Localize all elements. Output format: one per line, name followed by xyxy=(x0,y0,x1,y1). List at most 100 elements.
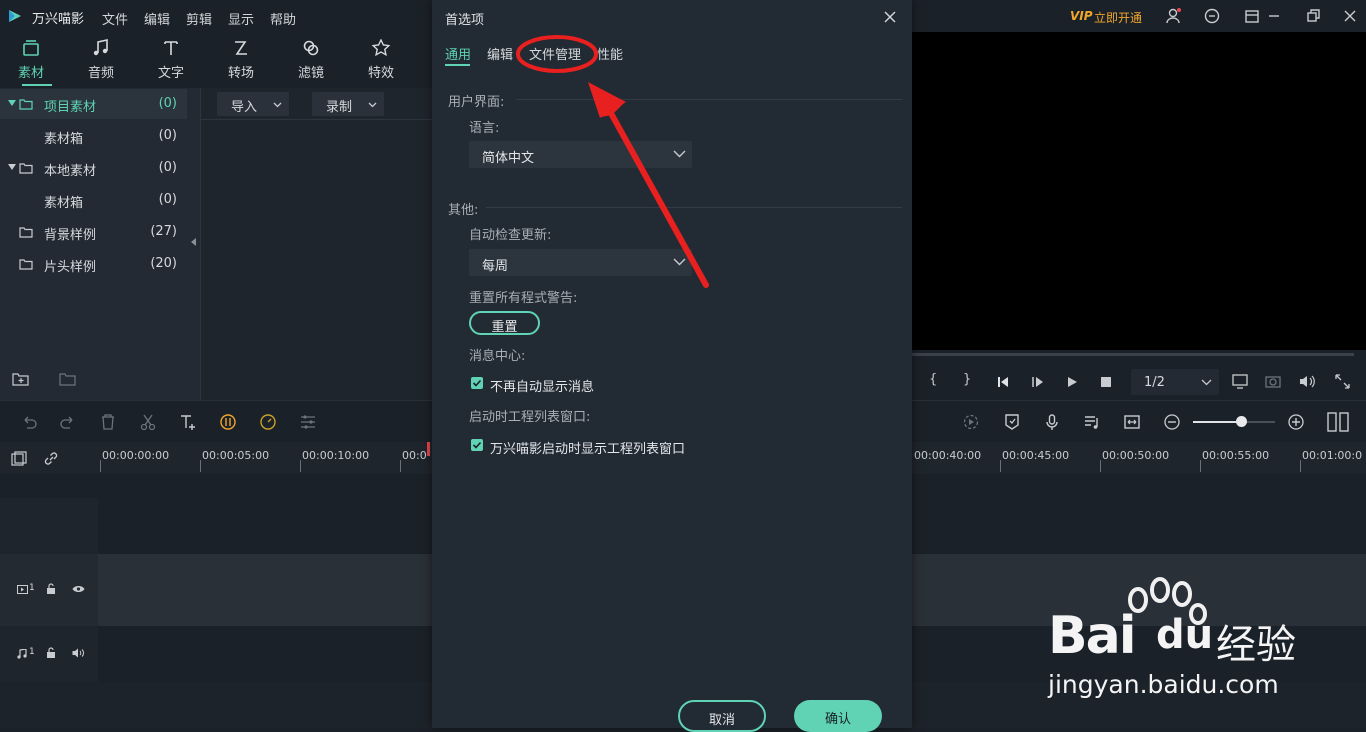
tab-edit[interactable]: 编辑 xyxy=(487,44,513,63)
tab-text[interactable]: 文字 xyxy=(146,32,196,88)
confirm-button[interactable]: 确认 xyxy=(794,700,882,732)
adjust-sliders-icon[interactable] xyxy=(299,413,317,431)
vip-badge[interactable]: VIP xyxy=(1070,9,1093,23)
render-preview-icon[interactable] xyxy=(962,413,980,431)
ruler-tick xyxy=(200,460,201,472)
tree-item-local-media[interactable]: 本地素材 (0) xyxy=(0,153,187,183)
user-icon[interactable] xyxy=(1164,7,1182,25)
import-dropdown[interactable]: 导入 xyxy=(217,92,289,116)
ruler-label: 00:00:05:00 xyxy=(202,449,270,462)
stop-icon[interactable] xyxy=(1100,376,1112,388)
menu-clip[interactable]: 剪辑 xyxy=(186,9,212,28)
tab-effects[interactable]: 特效 xyxy=(356,32,406,88)
startup-checkbox-label: 万兴喵影启动时显示工程列表窗口 xyxy=(490,442,686,457)
tree-item-count: (0) xyxy=(158,160,177,175)
zoom-slider-handle[interactable] xyxy=(1236,416,1247,427)
auto-update-select[interactable]: 每周 xyxy=(469,249,692,276)
tree-item-bin[interactable]: 素材箱 (0) xyxy=(0,185,187,215)
resolution-value: 1/2 xyxy=(1144,375,1165,390)
split-view-icon[interactable] xyxy=(1327,412,1349,432)
tab-audio-label: 音频 xyxy=(87,66,114,81)
restore-icon[interactable] xyxy=(1304,7,1322,25)
music-note-icon xyxy=(93,39,108,56)
mark-out-icon[interactable]: } xyxy=(963,372,971,387)
lock-icon[interactable] xyxy=(46,583,56,594)
tree-item-count: (0) xyxy=(158,96,177,111)
resolution-dropdown[interactable]: 1/2 xyxy=(1131,369,1219,395)
close-window-icon[interactable] xyxy=(1341,7,1359,25)
camera-icon[interactable] xyxy=(1265,374,1281,389)
tree-item-intro-samples[interactable]: 片头样例 (20) xyxy=(0,249,187,279)
tree-item-bin[interactable]: 素材箱 (0) xyxy=(0,121,187,151)
microphone-icon[interactable] xyxy=(1043,413,1061,431)
tab-general[interactable]: 通用 xyxy=(445,44,471,63)
link-icon[interactable] xyxy=(43,451,59,466)
vip-open-link[interactable]: 立即开通 xyxy=(1094,9,1142,26)
undo-icon[interactable] xyxy=(20,413,38,431)
tab-performance[interactable]: 性能 xyxy=(597,44,623,63)
menu-file[interactable]: 文件 xyxy=(102,9,128,28)
folder-icon xyxy=(19,163,33,174)
tree-item-count: (0) xyxy=(158,192,177,207)
monitor-icon[interactable] xyxy=(1232,374,1248,389)
scissors-icon[interactable] xyxy=(139,413,157,431)
expand-arrow-icon[interactable] xyxy=(8,100,16,106)
folder-outline-icon[interactable] xyxy=(59,372,77,387)
playhead[interactable] xyxy=(427,442,430,456)
app-logo-icon xyxy=(9,10,21,22)
section-divider xyxy=(516,99,902,100)
audio-stretch-icon[interactable] xyxy=(219,413,237,431)
lock-icon[interactable] xyxy=(46,647,56,658)
add-track-icon[interactable] xyxy=(11,451,27,466)
speaker-icon[interactable] xyxy=(72,648,85,658)
menu-help[interactable]: 帮助 xyxy=(270,9,296,28)
tab-transition[interactable]: 转场 xyxy=(216,32,266,88)
close-icon[interactable] xyxy=(884,11,896,23)
record-dropdown[interactable]: 录制 xyxy=(312,92,384,116)
tab-filter[interactable]: 滤镜 xyxy=(286,32,336,88)
step-back-icon[interactable] xyxy=(997,376,1009,388)
chevron-down-icon xyxy=(368,102,377,108)
ruler-tick xyxy=(1100,460,1101,472)
ruler-tick xyxy=(1000,460,1001,472)
marker-icon[interactable] xyxy=(1003,413,1021,431)
add-text-icon[interactable] xyxy=(179,413,197,431)
playback-progress-track[interactable] xyxy=(912,353,1354,356)
menu-view[interactable]: 显示 xyxy=(228,9,254,28)
speed-icon[interactable] xyxy=(259,413,277,431)
delete-icon[interactable] xyxy=(99,413,117,431)
tree-item-background-samples[interactable]: 背景样例 (27) xyxy=(0,217,187,247)
ruler-tick xyxy=(1200,460,1201,472)
watermark-brand: Bai xyxy=(1048,606,1137,666)
zoom-slider[interactable] xyxy=(1193,416,1275,427)
menu-edit[interactable]: 编辑 xyxy=(144,9,170,28)
message-icon[interactable] xyxy=(1203,7,1221,25)
message-checkbox[interactable] xyxy=(471,377,483,389)
fit-timeline-icon[interactable] xyxy=(1123,413,1141,431)
minimize-icon[interactable] xyxy=(1265,7,1283,25)
volume-icon[interactable] xyxy=(1299,374,1316,389)
fullscreen-icon[interactable] xyxy=(1335,374,1350,389)
audio-mixer-icon[interactable] xyxy=(1083,413,1101,431)
tree-item-project-media[interactable]: 项目素材 (0) xyxy=(0,89,187,119)
zoom-in-icon[interactable] xyxy=(1287,413,1305,431)
ruler-label: 00:0 xyxy=(402,449,427,462)
expand-arrow-icon[interactable] xyxy=(8,164,16,170)
tab-file-management[interactable]: 文件管理 xyxy=(529,44,581,63)
eye-icon[interactable] xyxy=(72,585,85,593)
language-select[interactable]: 简体中文 xyxy=(469,141,692,168)
step-forward-icon[interactable] xyxy=(1032,376,1044,388)
new-folder-icon[interactable] xyxy=(12,372,30,387)
cancel-button[interactable]: 取消 xyxy=(678,700,766,732)
play-icon[interactable] xyxy=(1066,376,1078,388)
zoom-out-icon[interactable] xyxy=(1163,413,1181,431)
media-icon xyxy=(23,40,39,56)
mark-in-icon[interactable]: { xyxy=(929,372,937,387)
tab-media[interactable]: 素材 xyxy=(6,32,56,88)
redo-icon[interactable] xyxy=(59,413,77,431)
reset-button[interactable]: 重置 xyxy=(469,311,540,335)
startup-checkbox[interactable] xyxy=(471,439,483,451)
store-icon[interactable] xyxy=(1243,7,1261,25)
tab-audio[interactable]: 音频 xyxy=(76,32,126,88)
panel-splitter[interactable] xyxy=(187,88,201,400)
